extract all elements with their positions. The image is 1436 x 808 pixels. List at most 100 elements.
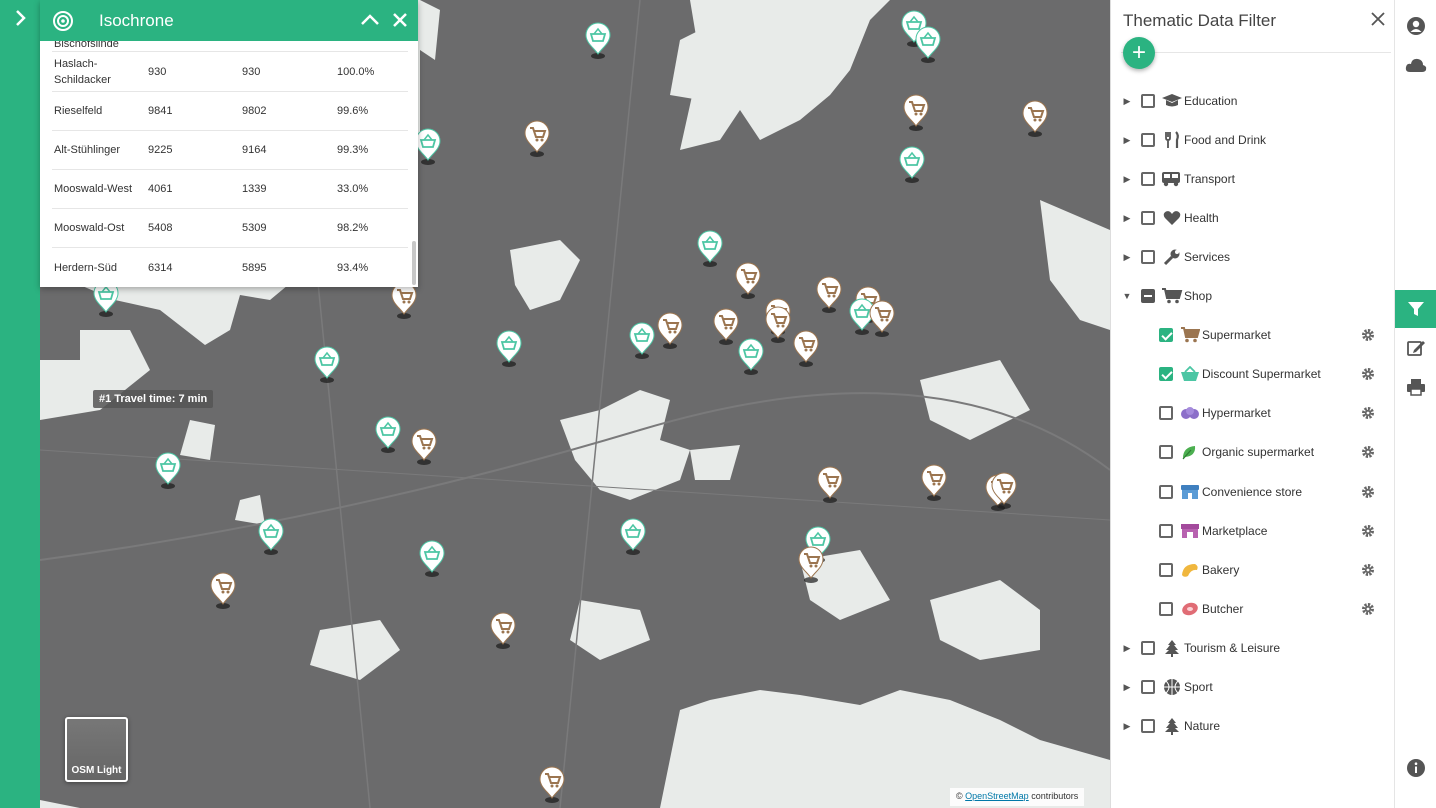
caret-right-icon[interactable]: ▶	[1121, 213, 1133, 224]
category-education[interactable]: ▶ Education	[1121, 89, 1237, 113]
shop-item-discount-supermarket[interactable]: Discount Supermarket	[1159, 362, 1429, 386]
croissant-icon	[1179, 561, 1201, 579]
store-icon	[1179, 483, 1201, 501]
basket-icon	[1179, 365, 1201, 383]
right-toolbar	[1394, 0, 1436, 808]
caret-right-icon[interactable]: ▶	[1121, 174, 1133, 185]
collapse-icon[interactable]	[358, 8, 382, 32]
category-shop[interactable]: ▼ Shop	[1121, 284, 1212, 308]
utensils-icon	[1161, 131, 1183, 149]
tree-icon	[1161, 639, 1183, 657]
gear-icon[interactable]	[1361, 485, 1375, 499]
checkbox-checked[interactable]	[1159, 328, 1173, 342]
checkbox[interactable]	[1141, 133, 1155, 147]
info-button[interactable]	[1395, 749, 1436, 787]
category-tourism-leisure[interactable]: ▶ Tourism & Leisure	[1121, 636, 1280, 660]
caret-down-icon[interactable]: ▼	[1121, 291, 1133, 301]
category-food-and-drink[interactable]: ▶ Food and Drink	[1121, 128, 1266, 152]
cart-icon	[1161, 287, 1183, 305]
shop-item-marketplace[interactable]: Marketplace	[1159, 519, 1429, 543]
table-scrollbar[interactable]	[412, 241, 416, 285]
cloud-button[interactable]	[1395, 46, 1436, 84]
basemap-label: OSM Light	[71, 765, 122, 776]
app-window: #1 Travel time: 7 min OSM Light © OpenSt…	[0, 0, 1436, 808]
filter-button[interactable]	[1395, 290, 1436, 328]
checkbox[interactable]	[1141, 719, 1155, 733]
edit-icon	[1407, 341, 1425, 356]
isochrone-title: Isochrone	[99, 10, 174, 30]
close-icon[interactable]	[388, 8, 412, 32]
checkbox[interactable]	[1159, 602, 1173, 616]
shopping-bags-icon	[1179, 404, 1201, 422]
checkbox[interactable]	[1141, 641, 1155, 655]
user-button[interactable]	[1395, 7, 1436, 45]
graduation-cap-icon	[1161, 92, 1183, 110]
checkbox-partial[interactable]	[1141, 289, 1155, 303]
isochrone-panel: Isochrone Bischofslinde Haslach-Schildac…	[40, 0, 418, 287]
table-row: Herdern-Süd 6314 5895 93.4%	[54, 261, 369, 274]
checkbox[interactable]	[1159, 563, 1173, 577]
category-nature[interactable]: ▶ Nature	[1121, 714, 1220, 738]
checkbox[interactable]	[1141, 172, 1155, 186]
category-health[interactable]: ▶ Health	[1121, 206, 1219, 230]
bus-icon	[1161, 170, 1183, 188]
shop-item-butcher[interactable]: Butcher	[1159, 597, 1429, 621]
basemap-switcher[interactable]: OSM Light	[65, 717, 128, 782]
shop-item-bakery[interactable]: Bakery	[1159, 558, 1429, 582]
gear-icon[interactable]	[1361, 602, 1375, 616]
checkbox[interactable]	[1141, 94, 1155, 108]
cloud-icon	[1405, 58, 1427, 72]
table-row: Bischofslinde	[52, 41, 408, 52]
shop-item-hypermarket[interactable]: Hypermarket	[1159, 401, 1429, 425]
expand-sidebar-icon[interactable]	[8, 6, 32, 30]
meat-icon	[1179, 600, 1201, 618]
left-sidebar-strip	[0, 0, 40, 808]
checkbox[interactable]	[1159, 445, 1173, 459]
checkbox[interactable]	[1141, 250, 1155, 264]
shop-item-convenience-store[interactable]: Convenience store	[1159, 480, 1429, 504]
gear-icon[interactable]	[1361, 328, 1375, 342]
info-icon	[1407, 759, 1425, 777]
category-sport[interactable]: ▶ Sport	[1121, 675, 1213, 699]
filter-icon	[1408, 302, 1424, 316]
checkbox[interactable]	[1141, 211, 1155, 225]
gear-icon[interactable]	[1361, 445, 1375, 459]
caret-right-icon[interactable]: ▶	[1121, 252, 1133, 263]
gear-icon[interactable]	[1361, 524, 1375, 538]
checkbox[interactable]	[1159, 485, 1173, 499]
divider	[1121, 52, 1391, 53]
gear-icon[interactable]	[1361, 406, 1375, 420]
checkbox-checked[interactable]	[1159, 367, 1173, 381]
close-icon[interactable]	[1369, 10, 1387, 28]
heart-icon	[1161, 209, 1183, 227]
caret-right-icon[interactable]: ▶	[1121, 682, 1133, 693]
add-layer-button[interactable]: +	[1123, 37, 1155, 69]
caret-right-icon[interactable]: ▶	[1121, 96, 1133, 107]
market-stall-icon	[1179, 522, 1201, 540]
gear-icon[interactable]	[1361, 367, 1375, 381]
table-row: Alt-Stühlinger 9225 9164 99.3%	[52, 131, 408, 170]
shop-item-supermarket[interactable]: Supermarket	[1159, 323, 1429, 347]
checkbox[interactable]	[1141, 680, 1155, 694]
osm-link[interactable]: OpenStreetMap	[965, 791, 1029, 801]
edit-button[interactable]	[1395, 329, 1436, 367]
category-transport[interactable]: ▶ Transport	[1121, 167, 1235, 191]
tree-icon	[1161, 717, 1183, 735]
checkbox[interactable]	[1159, 406, 1173, 420]
target-icon	[53, 10, 73, 31]
shop-item-organic-supermarket[interactable]: Organic supermarket	[1159, 440, 1429, 464]
ball-icon	[1161, 678, 1183, 696]
isochrone-table[interactable]: Bischofslinde Haslach-Schildacker 930 93…	[40, 41, 418, 287]
isochrone-header: Isochrone	[40, 0, 418, 41]
travel-time-label: #1 Travel time: 7 min	[93, 390, 214, 408]
caret-right-icon[interactable]: ▶	[1121, 721, 1133, 732]
caret-right-icon[interactable]: ▶	[1121, 643, 1133, 654]
filter-title: Thematic Data Filter	[1123, 11, 1277, 30]
checkbox[interactable]	[1159, 524, 1173, 538]
print-button[interactable]	[1395, 368, 1436, 406]
table-row: Mooswald-West 4061 1339 33.0%	[52, 170, 408, 209]
category-services[interactable]: ▶ Services	[1121, 245, 1230, 269]
gear-icon[interactable]	[1361, 563, 1375, 577]
table-row: Rieselfeld 9841 9802 99.6%	[52, 92, 408, 131]
caret-right-icon[interactable]: ▶	[1121, 135, 1133, 146]
